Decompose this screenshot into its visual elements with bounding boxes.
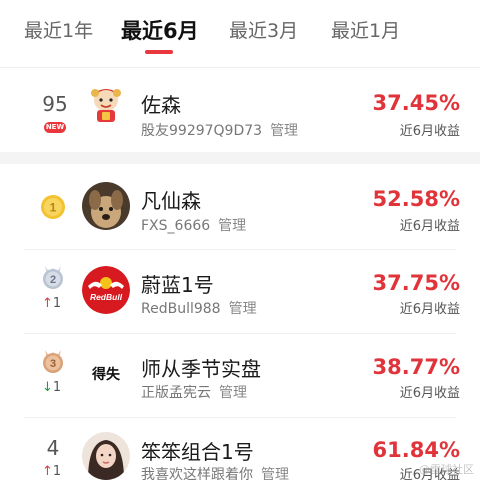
owner-name[interactable]: 我喜欢这样跟着你 xyxy=(141,467,253,480)
ranking-row[interactable]: 1 凡仙森 FXS_6666 管理 52.58% 近6月收益 xyxy=(0,166,480,250)
owner-name[interactable]: 正版孟宪云 xyxy=(141,385,211,401)
portfolio-name[interactable]: 佐森 xyxy=(141,89,181,118)
owner-name[interactable]: 股友99297Q9D73 xyxy=(141,123,262,139)
cartoon-avatar-icon xyxy=(86,84,126,124)
new-badge: NEW xyxy=(44,122,66,133)
svg-text:RedBull: RedBull xyxy=(90,292,123,302)
portfolio-name[interactable]: 笨笨组合1号 xyxy=(141,436,254,465)
portfolio-name[interactable]: 凡仙森 xyxy=(141,185,201,214)
tab-1-month[interactable]: 最近1月 xyxy=(331,16,400,43)
my-ranking-row[interactable]: 95 NEW 佐森 股友99297Q9D73 管理 37.45% 近6月收益 xyxy=(0,70,480,154)
redbull-logo-avatar-icon: RedBull xyxy=(82,266,130,314)
manage-link[interactable]: 管理 xyxy=(218,218,246,234)
medal-number: 3 xyxy=(50,358,56,370)
dog-photo-avatar-icon xyxy=(82,182,130,230)
rank-change-value: 1 xyxy=(52,380,62,395)
return-label: 近6月收益 xyxy=(399,124,460,139)
owner-line: FXS_6666 管理 xyxy=(141,215,246,235)
silver-medal-icon: 2 xyxy=(43,266,63,289)
manage-link[interactable]: 管理 xyxy=(261,467,289,480)
return-value: 52.58% xyxy=(372,187,460,211)
rank-change-value: 1 xyxy=(52,296,62,311)
owner-line: 我喜欢这样跟着你 管理 xyxy=(141,464,289,480)
calligraphy-avatar-icon: 得失 xyxy=(82,350,130,398)
rank-number: 95 xyxy=(42,92,68,116)
ranking-row[interactable]: 3 ↓1 得失 师从季节实盘 正版孟宪云 管理 38.77% 近6月收益 xyxy=(0,334,480,418)
svg-text:得失: 得失 xyxy=(91,366,121,383)
portfolio-name[interactable]: 师从季节实盘 xyxy=(141,353,261,382)
return-value: 37.75% xyxy=(372,271,460,295)
watermark: @雪球社区 xyxy=(419,463,474,476)
avatar[interactable]: 得失 xyxy=(82,350,130,398)
owner-line: RedBull988 管理 xyxy=(141,298,257,318)
portrait-photo-avatar-icon xyxy=(82,432,130,480)
manage-link[interactable]: 管理 xyxy=(219,385,247,401)
tab-divider xyxy=(0,67,480,68)
return-value: 38.77% xyxy=(372,355,460,379)
return-label: 近6月收益 xyxy=(399,302,460,317)
rank-change: ↑1 xyxy=(42,296,61,311)
rank-number: 4 xyxy=(46,436,60,460)
rank-change-value: 1 xyxy=(52,464,62,479)
bronze-medal-icon: 3 xyxy=(43,350,63,373)
ranking-row[interactable]: 4 ↑1 笨笨组合1号 我喜欢这样跟着你 管理 61.84% 近6月收益 xyxy=(0,418,480,480)
down-arrow-icon: ↓ xyxy=(42,380,53,395)
avatar[interactable] xyxy=(82,432,130,480)
rank-change: ↑1 xyxy=(42,464,61,479)
period-tab-bar: 最近1年 最近6月 最近3月 最近1月 xyxy=(0,0,480,62)
up-arrow-icon: ↑ xyxy=(42,296,53,311)
gold-medal-icon: 1 xyxy=(41,195,65,219)
owner-name[interactable]: RedBull988 xyxy=(141,301,221,317)
active-tab-indicator xyxy=(145,50,173,54)
return-label: 近6月收益 xyxy=(399,219,460,234)
avatar[interactable] xyxy=(86,84,126,124)
tab-6-months[interactable]: 最近6月 xyxy=(121,15,199,45)
manage-link[interactable]: 管理 xyxy=(229,301,257,317)
return-label: 近6月收益 xyxy=(399,386,460,401)
rank-change: ↓1 xyxy=(42,380,61,395)
manage-link[interactable]: 管理 xyxy=(270,123,298,139)
tab-1-year[interactable]: 最近1年 xyxy=(24,16,93,43)
medal-number: 1 xyxy=(50,201,57,215)
ranking-row[interactable]: 2 ↑1 RedBull 蔚蓝1号 RedBull988 管理 37.75% 近6… xyxy=(0,250,480,334)
return-value: 37.45% xyxy=(372,91,460,115)
owner-line: 股友99297Q9D73 管理 xyxy=(141,120,298,140)
owner-line: 正版孟宪云 管理 xyxy=(141,382,247,402)
medal-number: 2 xyxy=(50,274,56,286)
section-gap xyxy=(0,152,480,164)
tab-3-months[interactable]: 最近3月 xyxy=(229,16,298,43)
avatar[interactable] xyxy=(82,182,130,230)
avatar[interactable]: RedBull xyxy=(82,266,130,314)
up-arrow-icon: ↑ xyxy=(42,464,53,479)
portfolio-name[interactable]: 蔚蓝1号 xyxy=(141,269,214,298)
owner-name[interactable]: FXS_6666 xyxy=(141,218,210,234)
return-value: 61.84% xyxy=(372,438,460,462)
